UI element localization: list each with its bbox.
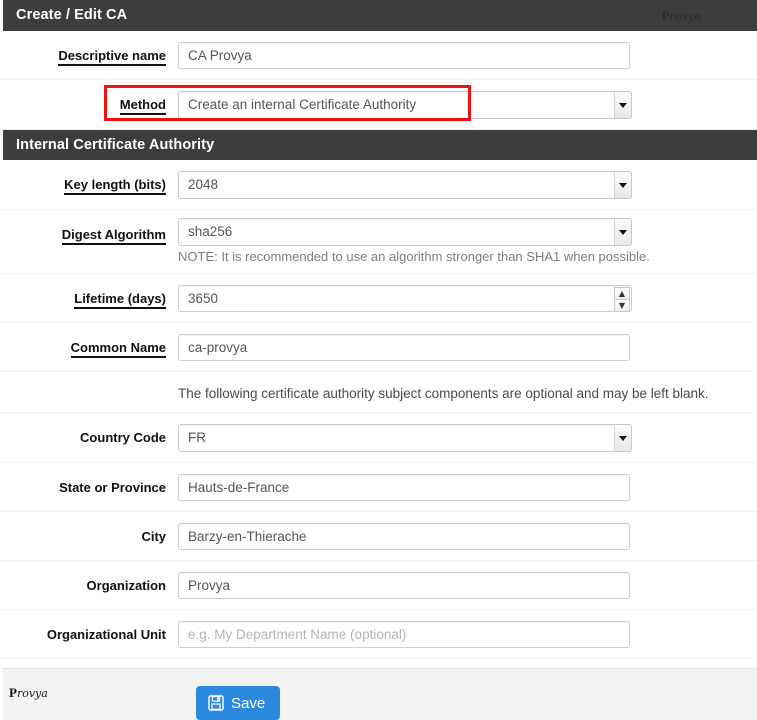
- page-title-bar: Create / Edit CA Provya: [3, 0, 757, 31]
- logo-initial: P: [661, 8, 670, 23]
- common-name-input[interactable]: [178, 334, 630, 361]
- country-code-row: Country Code FR: [0, 413, 757, 463]
- digest-algorithm-row: Digest Algorithm sha256 NOTE: It is reco…: [0, 210, 757, 274]
- internal-ca-section-title: Internal Certificate Authority: [16, 137, 215, 153]
- descriptive-name-row: Descriptive name: [0, 31, 757, 80]
- save-floppy-icon: [208, 695, 224, 711]
- digest-algorithm-note: NOTE: It is recommended to use an algori…: [178, 249, 650, 264]
- key-length-label: Key length (bits): [0, 160, 178, 195]
- lifetime-label: Lifetime (days): [0, 274, 178, 309]
- state-or-province-input[interactable]: [178, 474, 630, 501]
- form-footer: Provya: [3, 668, 757, 720]
- organizational-unit-label: Organizational Unit: [46, 627, 166, 642]
- common-name-row: Common Name: [0, 323, 757, 372]
- state-or-province-label: State or Province: [59, 480, 166, 495]
- key-length-select[interactable]: 2048: [178, 171, 632, 199]
- lifetime-row: Lifetime (days) ▲ ▼: [0, 274, 757, 323]
- logo-text: rovya: [669, 10, 701, 23]
- method-label: Method: [0, 80, 178, 115]
- save-button[interactable]: Save: [196, 686, 281, 720]
- key-length-row: Key length (bits) 2048: [0, 160, 757, 210]
- organization-label: Organization: [86, 578, 166, 593]
- internal-ca-form: Key length (bits) 2048 Digest Algorithm …: [0, 160, 757, 659]
- chevron-down-icon[interactable]: [614, 172, 631, 198]
- digest-algorithm-label: Digest Algorithm: [0, 210, 178, 245]
- country-code-label: Country Code: [80, 430, 166, 445]
- logo-text: rovya: [16, 687, 48, 700]
- lifetime-stepper: ▲ ▼: [178, 285, 632, 312]
- organizational-unit-row: Organizational Unit: [0, 610, 757, 659]
- organization-row: Organization: [0, 561, 757, 610]
- top-form: Descriptive name Method Create an intern…: [0, 31, 757, 130]
- country-code-selected-value: FR: [188, 430, 206, 445]
- spacer-label: [0, 372, 178, 389]
- country-code-select[interactable]: FR: [178, 424, 632, 452]
- optional-components-note-row: The following certificate authority subj…: [0, 372, 757, 413]
- organization-input[interactable]: [178, 572, 630, 599]
- common-name-label: Common Name: [0, 323, 178, 358]
- city-row: City: [0, 512, 757, 561]
- optional-components-note: The following certificate authority subj…: [178, 386, 709, 401]
- digest-algorithm-selected-value: sha256: [188, 224, 233, 239]
- page-title: Create / Edit CA: [16, 7, 128, 23]
- city-label: City: [141, 529, 166, 544]
- organizational-unit-input[interactable]: [178, 621, 630, 648]
- descriptive-name-label: Descriptive name: [0, 31, 178, 66]
- save-button-label: Save: [231, 694, 266, 712]
- state-or-province-row: State or Province: [0, 463, 757, 512]
- lifetime-input[interactable]: [178, 285, 632, 312]
- create-edit-ca-page: Create / Edit CA Provya Descriptive name…: [0, 0, 757, 720]
- digest-algorithm-select[interactable]: sha256: [178, 218, 632, 246]
- method-selected-value: Create an internal Certificate Authority: [188, 97, 417, 112]
- chevron-down-icon[interactable]: [614, 425, 631, 451]
- method-select[interactable]: Create an internal Certificate Authority: [178, 91, 632, 119]
- chevron-down-icon[interactable]: [614, 92, 631, 118]
- key-length-selected-value: 2048: [188, 177, 219, 192]
- lifetime-spinner: ▲ ▼: [614, 287, 630, 312]
- city-input[interactable]: [178, 523, 630, 550]
- stepper-up-icon[interactable]: ▲: [614, 287, 630, 299]
- method-row: Method Create an internal Certificate Au…: [0, 80, 757, 130]
- internal-ca-section-header: Internal Certificate Authority: [3, 130, 757, 160]
- stepper-down-icon[interactable]: ▼: [614, 299, 630, 312]
- descriptive-name-input[interactable]: [178, 42, 630, 69]
- logo-initial: P: [9, 685, 17, 700]
- chevron-down-icon[interactable]: [614, 219, 631, 245]
- provya-logo-footer: Provya: [9, 685, 48, 701]
- provya-logo-header: Provya: [662, 0, 701, 31]
